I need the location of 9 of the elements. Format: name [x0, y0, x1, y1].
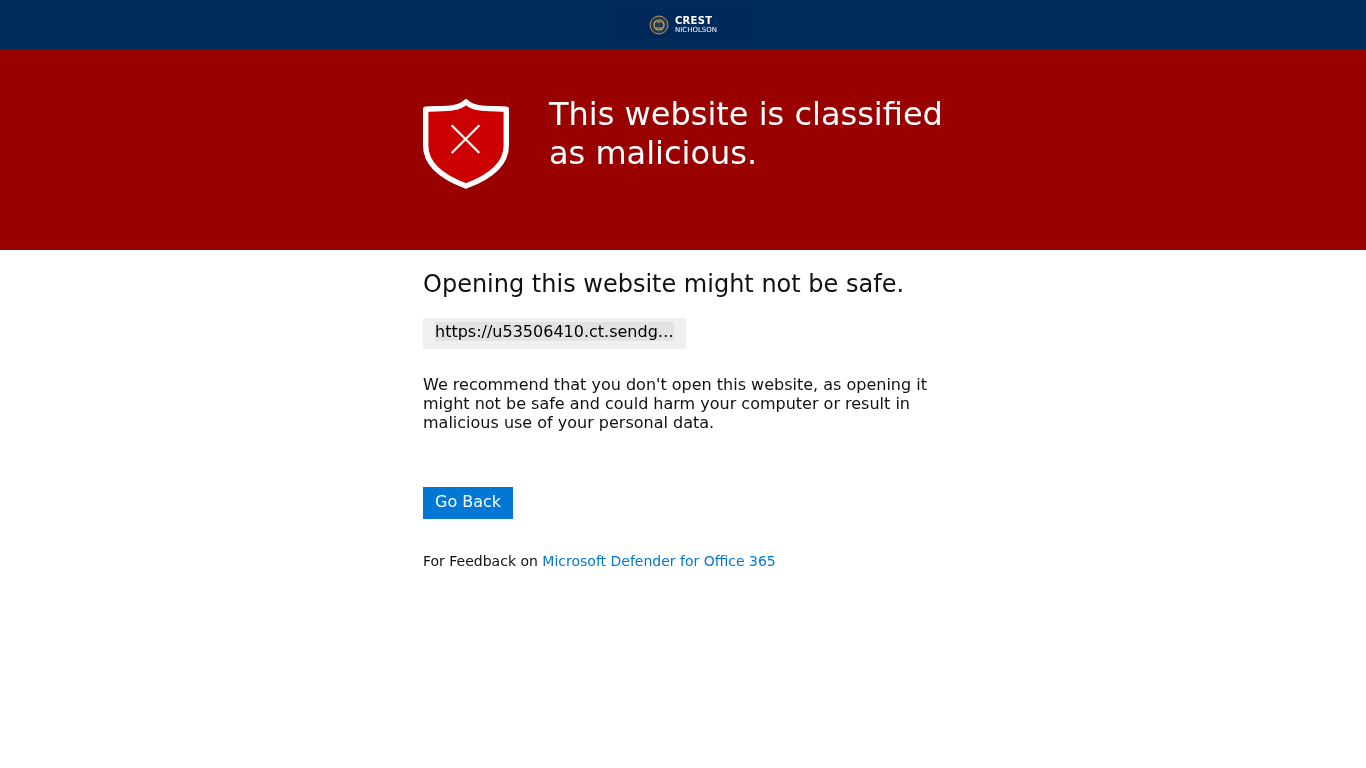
- defender-link[interactable]: Microsoft Defender for Office 365: [542, 553, 776, 569]
- warning-title: This website is classified as malicious.: [548, 95, 943, 174]
- warning-heading: Opening this website might not be safe.: [423, 269, 906, 300]
- go-back-button[interactable]: Go Back: [423, 487, 514, 519]
- blocked-url: https://u53506410.ct.sendg…: [435, 322, 674, 341]
- feedback-label: For Feedback on: [423, 553, 538, 569]
- logo-name: CREST: [674, 15, 714, 26]
- warning-message: We recommend that you don't open this website, as opening it might not be safe and could harm your computer or result in malicious use of your personal data.: [423, 375, 928, 432]
- crest-icon: [648, 14, 669, 35]
